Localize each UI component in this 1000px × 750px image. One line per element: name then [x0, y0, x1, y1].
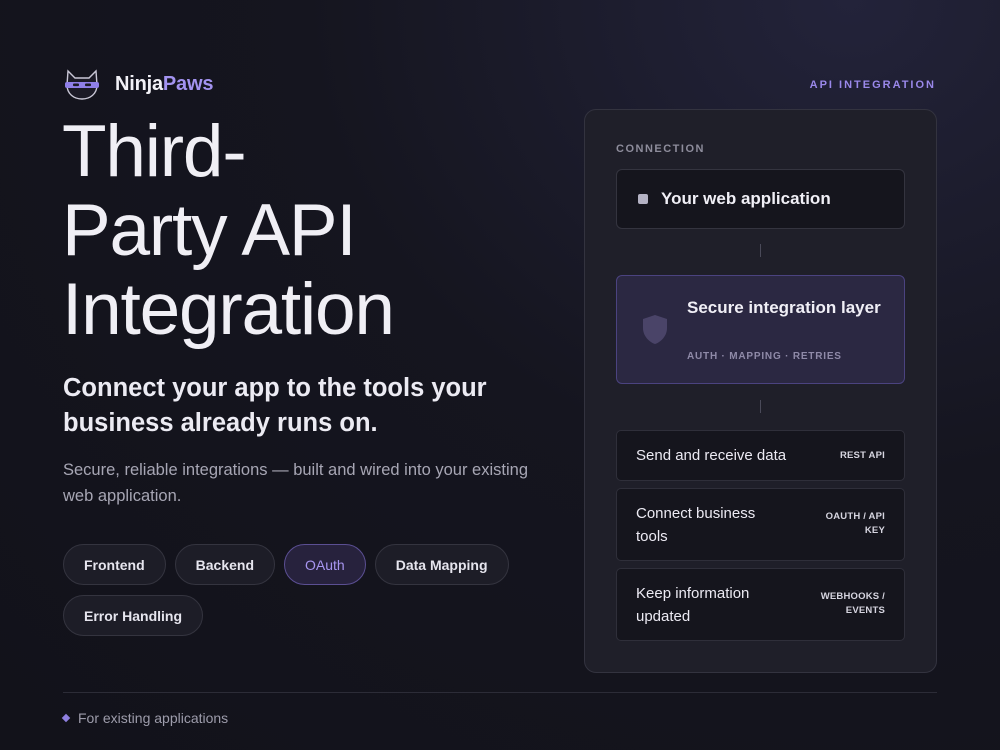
hero-subtitle: Connect your app to the tools your busin…: [63, 374, 487, 437]
web-app-box: Your web application: [616, 169, 905, 229]
integration-layer-title: Secure integration layer: [687, 298, 881, 317]
chip-oauth[interactable]: OAuth: [284, 544, 366, 585]
connector-line-bottom: [760, 400, 761, 413]
feature-row-send-receive: Send and receive data REST API: [616, 430, 905, 481]
footer-text: For existing applications: [78, 710, 229, 726]
hero-description: Secure, reliable integrations — built an…: [63, 461, 528, 505]
chip-error-handling[interactable]: Error Handling: [63, 595, 204, 636]
feature-label: Connect business tools: [636, 505, 756, 545]
chip-backend[interactable]: Backend: [174, 544, 276, 585]
diamond-icon: [61, 713, 71, 723]
hero-title-line-2: Party API: [62, 190, 357, 271]
hero-title-line-3: Integration: [62, 269, 395, 350]
footer-divider: [63, 692, 937, 693]
section-tag: API INTEGRATION: [809, 79, 936, 91]
brand-name: NinjaPaws: [115, 73, 213, 96]
square-icon: [638, 194, 648, 204]
hero-title: Third- Party API Integration: [62, 112, 542, 349]
feature-label: Send and receive data: [636, 447, 787, 464]
connection-panel: CONNECTION Your web application Secure i…: [584, 109, 937, 673]
feature-tag: OAUTH / API KEY: [825, 511, 885, 536]
brand-name-first: Ninja: [115, 72, 163, 95]
feature-row-keep-updated: Keep information updated WEBHOOKS / EVEN…: [616, 568, 905, 641]
chip-frontend[interactable]: Frontend: [63, 544, 166, 585]
integration-layer-meta: AUTH · MAPPING · RETRIES: [687, 351, 842, 362]
feature-row-business-tools: Connect business tools OAUTH / API KEY: [616, 488, 905, 561]
ninja-cat-icon: [65, 69, 99, 100]
brand-name-second: Paws: [162, 72, 214, 95]
feature-label: Keep information updated: [636, 585, 750, 625]
footer: For existing applications: [61, 710, 229, 726]
hero-title-line-1: Third-: [62, 111, 247, 192]
integration-layer-box: Secure integration layer AUTH · MAPPING …: [616, 275, 905, 384]
web-app-label: Your web application: [661, 189, 831, 208]
connector-line-top: [760, 244, 761, 257]
feature-tag: WEBHOOKS / EVENTS: [820, 591, 885, 616]
brand[interactable]: NinjaPaws: [63, 67, 213, 101]
shield-icon: [643, 315, 667, 344]
feature-tag: REST API: [839, 450, 885, 461]
chip-data-mapping[interactable]: Data Mapping: [374, 544, 509, 585]
panel-label: CONNECTION: [616, 143, 705, 155]
tech-chips: Frontend Backend OAuth Data Mapping Erro…: [63, 544, 533, 636]
